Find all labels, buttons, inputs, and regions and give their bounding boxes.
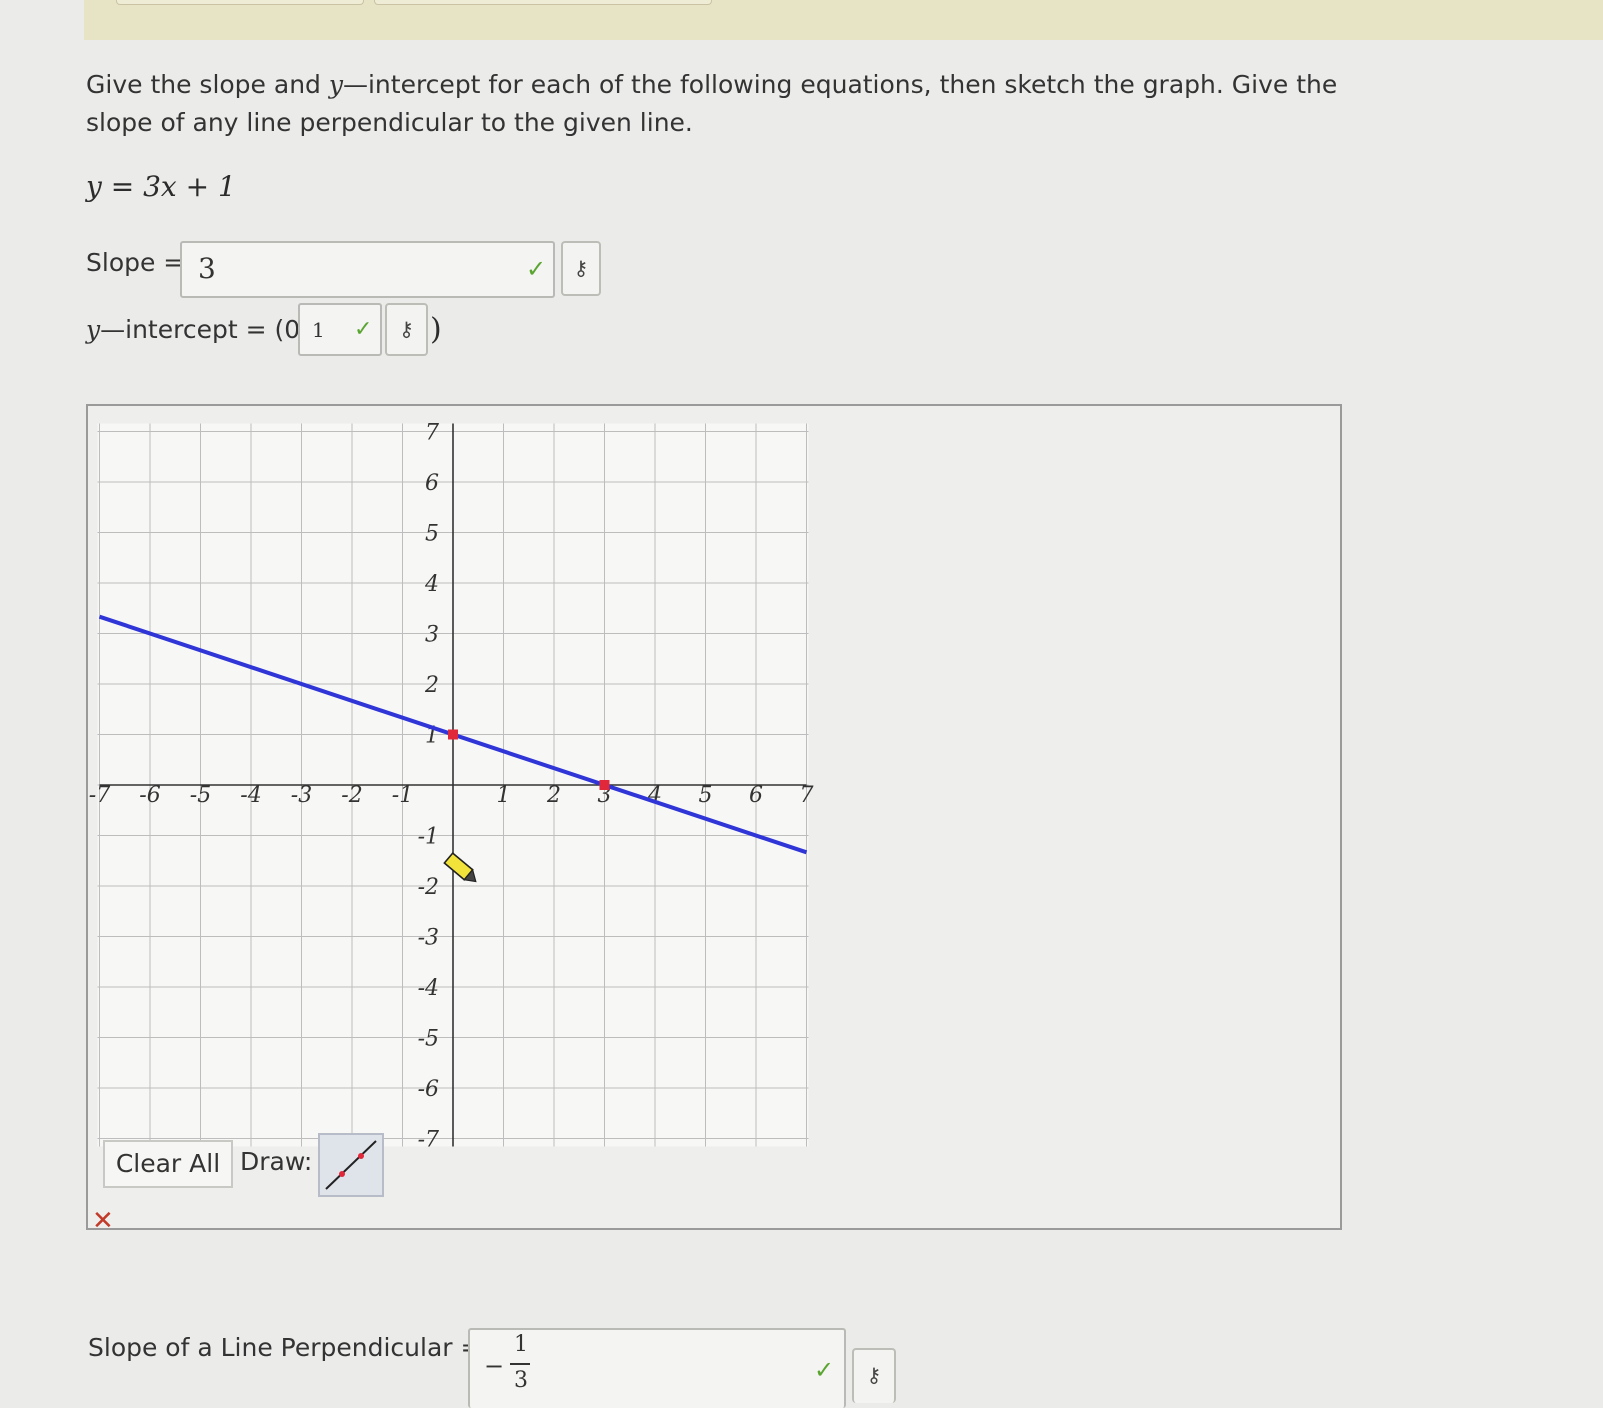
y-tick-label: 3 bbox=[425, 623, 439, 648]
x-mark-icon: ✕ bbox=[92, 1206, 114, 1236]
x-tick-label: -3 bbox=[291, 783, 312, 808]
y-tick-label: 6 bbox=[425, 471, 439, 496]
clear-all-button[interactable]: Clear All bbox=[103, 1140, 233, 1188]
y-tick-label: -5 bbox=[418, 1027, 439, 1052]
x-tick-label: -5 bbox=[190, 783, 211, 808]
y-tick-label: -1 bbox=[418, 825, 439, 850]
x-tick-label: -6 bbox=[139, 783, 160, 808]
x-tick-label: -1 bbox=[392, 783, 413, 808]
y-tick-label: 5 bbox=[425, 522, 439, 547]
graphed-point bbox=[599, 780, 610, 790]
draw-label: Draw: bbox=[240, 1147, 313, 1176]
x-tick-label: -7 bbox=[89, 783, 110, 808]
coordinate-graph[interactable]: -7 -6 -5 -4 -3 -2 -1 1 2 3 4 5 6 77654321-1-2-3-4-5-6… bbox=[0, 0, 1603, 1403]
y-tick-label: -7 bbox=[418, 1128, 439, 1153]
x-tick-label: -4 bbox=[240, 783, 261, 808]
y-tick-label: 4 bbox=[424, 572, 439, 597]
perpendicular-label: Slope of a Line Perpendicular = bbox=[88, 1333, 482, 1362]
fraction-numerator: 1 bbox=[514, 1332, 528, 1357]
key-icon[interactable]: ⚷ bbox=[852, 1348, 896, 1403]
y-tick-label: -3 bbox=[418, 926, 439, 951]
y-tick-label: 2 bbox=[424, 673, 439, 698]
y-tick-label: 7 bbox=[425, 421, 439, 446]
x-tick-label: -2 bbox=[341, 783, 362, 808]
fraction-bar bbox=[510, 1363, 530, 1365]
x-tick-label: 6 bbox=[749, 783, 763, 808]
x-tick-label: 7 bbox=[800, 783, 814, 808]
x-tick-label: 1 bbox=[497, 783, 511, 808]
fraction-sign: − bbox=[484, 1352, 505, 1380]
y-tick-label: -2 bbox=[418, 875, 439, 900]
x-tick-label: 2 bbox=[546, 783, 561, 808]
fraction-denominator: 3 bbox=[514, 1368, 528, 1393]
graphed-point bbox=[448, 729, 458, 740]
check-icon: ✓ bbox=[814, 1356, 835, 1384]
line-segment-tool-glyph bbox=[325, 1140, 377, 1190]
y-tick-label: -4 bbox=[418, 976, 439, 1001]
x-tick-label: 5 bbox=[699, 783, 713, 808]
line-segment-tool-icon[interactable] bbox=[318, 1133, 384, 1197]
y-tick-label: -6 bbox=[418, 1077, 439, 1102]
perpendicular-slope-input[interactable]: − 1 3 ✓ bbox=[468, 1328, 846, 1408]
